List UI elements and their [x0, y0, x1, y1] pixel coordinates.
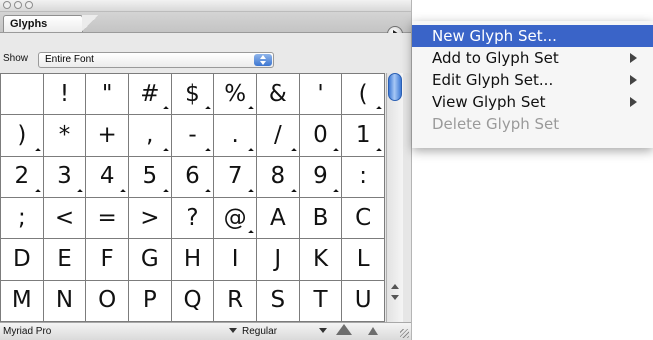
title-bar[interactable]: [0, 0, 411, 12]
menu-item[interactable]: Edit Glyph Set...: [412, 69, 653, 91]
glyph-cell[interactable]: -: [171, 115, 214, 156]
glyph-cell[interactable]: &: [257, 74, 299, 115]
glyph-cell[interactable]: ;: [1, 197, 43, 239]
up-down-arrows-icon[interactable]: [254, 54, 272, 66]
menu-item[interactable]: View Glyph Set: [412, 91, 653, 113]
glyph-cell[interactable]: .: [214, 115, 256, 156]
minimize-icon[interactable]: [14, 1, 22, 9]
glyph-cell[interactable]: $: [171, 74, 214, 115]
font-style-dropdown-icon[interactable]: [319, 328, 327, 333]
glyph-cell[interactable]: H: [171, 239, 214, 280]
glyph-cell[interactable]: C: [342, 197, 384, 239]
glyph-cell[interactable]: <: [43, 197, 86, 239]
show-label: Show: [3, 53, 29, 64]
glyph-cell[interactable]: ): [1, 115, 43, 156]
glyphs-panel: Glyphs Show Entire Font ! " # $% & '() * +, -./0…: [0, 0, 412, 340]
glyph-cell[interactable]: F: [86, 239, 128, 280]
glyph-cell[interactable]: %: [214, 74, 256, 115]
submenu-arrow-icon: [630, 53, 637, 63]
zoom-window-icon[interactable]: [25, 1, 33, 9]
glyph-cell[interactable]: ": [86, 74, 128, 115]
scroll-up-icon[interactable]: [391, 284, 399, 289]
menu-item-label: View Glyph Set: [432, 93, 546, 111]
menu-item-label: New Glyph Set...: [432, 27, 557, 45]
glyph-cell[interactable]: 7: [214, 156, 256, 197]
submenu-arrow-icon: [630, 97, 637, 107]
panel-flyout-menu: New Glyph Set... Add to Glyph Set Edit Gly…: [412, 21, 653, 148]
glyph-cell[interactable]: #: [129, 74, 171, 115]
glyph-cell[interactable]: 4: [86, 156, 128, 197]
glyph-cell[interactable]: J: [257, 239, 299, 280]
menu-item-label: Add to Glyph Set: [432, 49, 559, 67]
glyph-cell[interactable]: 5: [129, 156, 171, 197]
menu-item[interactable]: New Glyph Set...: [412, 25, 653, 47]
show-select-value: Entire Font: [45, 54, 94, 65]
glyph-cell[interactable]: L: [342, 239, 384, 280]
glyph-cell[interactable]: ': [299, 74, 342, 115]
glyph-grid: ! " # $% & '() * +, -./0 1 2 3 4 5 6 7 8 9:; < = >? @ A B C D E F G H…: [0, 73, 385, 322]
glyph-cell[interactable]: 6: [171, 156, 214, 197]
glyph-cell[interactable]: M: [1, 280, 43, 321]
menu-item: Delete Glyph Set: [412, 113, 653, 135]
glyph-cell[interactable]: S: [257, 280, 299, 321]
close-icon[interactable]: [3, 1, 11, 9]
scroll-down-icon[interactable]: [391, 295, 399, 300]
vertical-scrollbar[interactable]: [386, 73, 403, 322]
status-bar: Myriad Pro Regular: [0, 322, 411, 340]
glyph-cell[interactable]: *: [43, 115, 86, 156]
glyph-cell[interactable]: :: [342, 156, 384, 197]
glyph-cell[interactable]: @: [214, 197, 256, 239]
glyph-cell[interactable]: B: [299, 197, 342, 239]
glyph-cell[interactable]: !: [43, 74, 86, 115]
glyph-cell[interactable]: T: [299, 280, 342, 321]
glyph-cell[interactable]: I: [214, 239, 256, 280]
menu-item[interactable]: Add to Glyph Set: [412, 47, 653, 69]
resize-grip-icon[interactable]: [400, 329, 409, 338]
submenu-arrow-icon: [630, 75, 637, 85]
glyph-cell[interactable]: K: [299, 239, 342, 280]
font-family-field[interactable]: Myriad Pro: [3, 326, 51, 337]
glyph-cell[interactable]: P: [129, 280, 171, 321]
glyph-cell[interactable]: 1: [342, 115, 384, 156]
glyph-cell[interactable]: /: [257, 115, 299, 156]
glyph-cell[interactable]: ?: [171, 197, 214, 239]
zoom-out-icon[interactable]: [336, 324, 352, 335]
glyph-cell[interactable]: 3: [43, 156, 86, 197]
glyph-cell[interactable]: 2: [1, 156, 43, 197]
glyph-cell[interactable]: E: [43, 239, 86, 280]
scroll-thumb[interactable]: [388, 73, 402, 101]
glyph-cell[interactable]: Q: [171, 280, 214, 321]
glyph-cell[interactable]: >: [129, 197, 171, 239]
glyph-cell[interactable]: O: [86, 280, 128, 321]
show-select[interactable]: Entire Font: [38, 52, 274, 68]
tab-edge: [82, 15, 98, 32]
menu-item-label: Delete Glyph Set: [432, 115, 560, 133]
glyph-cell[interactable]: U: [342, 280, 384, 321]
glyph-cell[interactable]: (: [342, 74, 384, 115]
glyph-cell[interactable]: A: [257, 197, 299, 239]
glyph-cell[interactable]: 9: [299, 156, 342, 197]
glyph-cell[interactable]: 0: [299, 115, 342, 156]
tab-row: Glyphs: [0, 12, 411, 42]
font-style-field[interactable]: Regular: [242, 326, 277, 337]
font-family-dropdown-icon[interactable]: [229, 328, 237, 333]
zoom-in-icon[interactable]: [368, 327, 378, 335]
glyph-cell[interactable]: 8: [257, 156, 299, 197]
glyph-cell[interactable]: ,: [129, 115, 171, 156]
glyph-cell[interactable]: D: [1, 239, 43, 280]
show-row: Show Entire Font: [0, 33, 411, 73]
glyph-cell[interactable]: =: [86, 197, 128, 239]
tab-glyphs[interactable]: Glyphs: [3, 15, 83, 32]
glyph-cell[interactable]: R: [214, 280, 256, 321]
glyph-cell[interactable]: N: [43, 280, 86, 321]
glyph-cell[interactable]: +: [86, 115, 128, 156]
menu-item-label: Edit Glyph Set...: [432, 71, 554, 89]
glyph-cell[interactable]: [1, 74, 43, 115]
glyph-cell[interactable]: G: [129, 239, 171, 280]
